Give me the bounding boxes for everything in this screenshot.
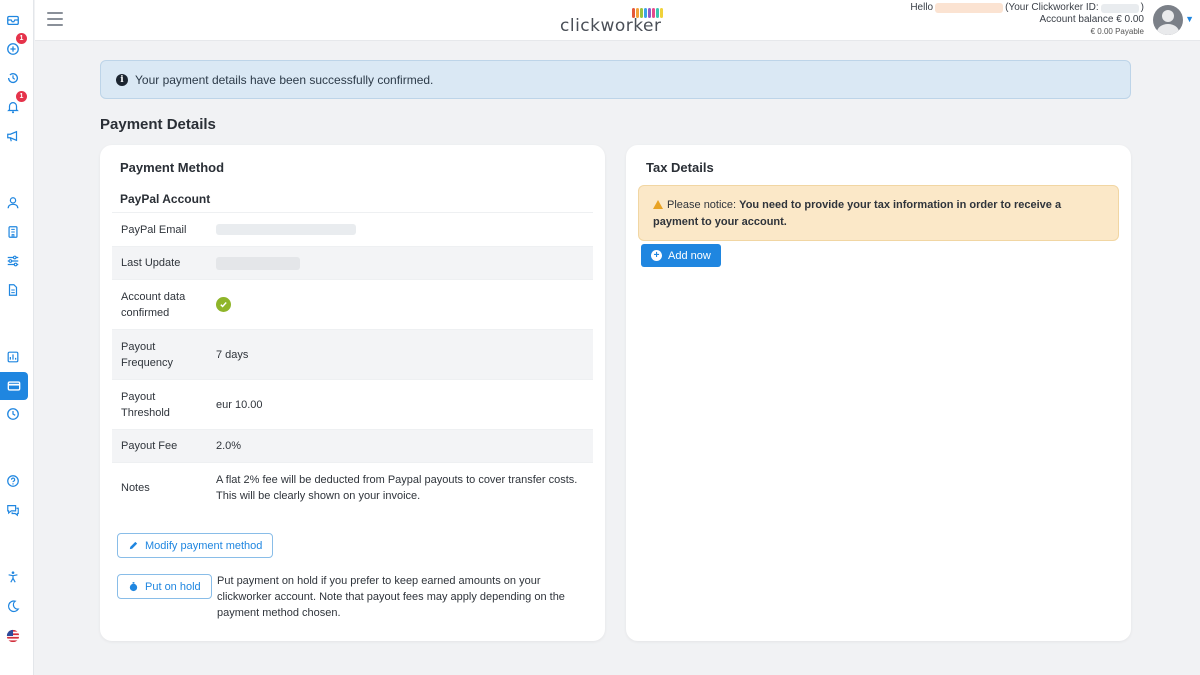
payout-threshold-value: eur 10.00 (216, 398, 263, 411)
table-row: Account data confirmed (112, 279, 593, 329)
row-label: Payout Fee (121, 440, 178, 452)
us-flag-icon[interactable] (0, 623, 26, 649)
payable-amount: € 0.00 Payable (1090, 27, 1144, 36)
accessibility-icon[interactable] (0, 564, 26, 590)
table-row: Last Update (112, 246, 593, 279)
tax-details-title: Tax Details (646, 160, 714, 175)
chevron-down-icon[interactable]: ▼ (1185, 14, 1194, 24)
worker-id-label: (Your Clickworker ID: (1005, 2, 1099, 13)
notification-badge: 1 (16, 33, 27, 44)
warning-icon (653, 200, 663, 209)
put-on-hold-description: Put payment on hold if you prefer to kee… (217, 575, 565, 619)
avatar[interactable] (1153, 5, 1183, 35)
paypal-account-title: PayPal Account (120, 192, 211, 206)
top-header: clickworker Hello (Your Clickworker ID: … (35, 0, 1200, 41)
report-icon[interactable] (0, 344, 26, 370)
chat-icon[interactable] (0, 497, 26, 523)
menu-toggle-icon[interactable] (47, 12, 63, 26)
last-update-redacted (216, 256, 300, 270)
row-label: Payout Threshold (121, 390, 170, 419)
tax-details-card: Tax Details Please notice: You need to p… (626, 145, 1131, 641)
notes-value: A flat 2% fee will be deducted from Payp… (216, 473, 578, 502)
row-label: Last Update (121, 257, 181, 269)
success-alert: i Your payment details have been success… (100, 60, 1131, 99)
megaphone-icon[interactable] (0, 123, 26, 149)
table-row: Payout Threshold eur 10.00 (112, 379, 593, 429)
add-now-button[interactable]: + Add now (641, 244, 721, 267)
payment-method-title: Payment Method (120, 160, 225, 175)
modify-payment-method-label: Modify payment method (145, 539, 263, 552)
document-icon[interactable] (0, 277, 26, 303)
sliders-icon[interactable] (0, 248, 26, 274)
plus-circle-icon: + (651, 250, 662, 261)
inbox-icon[interactable] (0, 7, 26, 33)
account-balance: Account balance € 0.00 (1039, 14, 1144, 25)
building-icon[interactable] (0, 219, 26, 245)
worker-id-close: ) (1140, 2, 1144, 13)
username-redacted (935, 3, 1004, 13)
add-now-label: Add now (668, 249, 711, 262)
table-row: PayPal Email (112, 212, 593, 246)
clickworker-logo[interactable]: clickworker (560, 6, 672, 36)
paypal-email-redacted (216, 224, 356, 235)
table-row: Payout Fee 2.0% (112, 429, 593, 462)
logo-text: clickworker (560, 16, 662, 36)
add-circle-icon[interactable]: 1 (0, 33, 27, 62)
table-row: Payout Frequency 7 days (112, 329, 593, 379)
pencil-icon (129, 541, 138, 550)
row-label: Notes (121, 481, 150, 494)
tax-notice-prefix: Please notice: (667, 199, 737, 211)
credit-card-icon[interactable] (0, 372, 28, 400)
account-summary: Hello (Your Clickworker ID: ) Account ba… (910, 2, 1144, 38)
put-on-hold-button[interactable]: Put on hold (117, 574, 212, 599)
hello-label: Hello (910, 2, 934, 13)
user-icon[interactable] (0, 190, 26, 216)
notification-badge: 1 (16, 91, 27, 102)
row-label: Payout Frequency (121, 340, 173, 369)
payout-frequency-value: 7 days (216, 348, 249, 361)
check-icon (216, 297, 231, 312)
moon-icon[interactable] (0, 593, 26, 619)
worker-id-redacted (1100, 3, 1139, 13)
sidebar: 1 1 (0, 0, 34, 675)
modify-payment-method-button[interactable]: Modify payment method (117, 533, 274, 558)
clock-icon[interactable] (0, 401, 26, 427)
payment-method-card: Payment Method PayPal Account PayPal Ema… (100, 145, 605, 641)
table-row: Notes A flat 2% fee will be deducted fro… (112, 462, 593, 512)
notification-icon[interactable]: 1 (0, 91, 27, 120)
stopwatch-icon (129, 582, 138, 592)
help-icon[interactable] (0, 468, 26, 494)
payout-fee-value: 2.0% (216, 440, 242, 452)
payment-details-table: PayPal Email Last Update Account data co… (112, 212, 593, 512)
tax-notice: Please notice: You need to provide your … (638, 185, 1119, 241)
put-on-hold-label: Put on hold (145, 580, 201, 593)
info-icon: i (116, 73, 128, 86)
row-label: PayPal Email (121, 223, 187, 236)
history-icon[interactable] (0, 65, 26, 91)
alert-message: Your payment details have been successfu… (135, 72, 434, 87)
row-label: Account data confirmed (121, 290, 186, 319)
page-title: Payment Details (100, 116, 216, 133)
